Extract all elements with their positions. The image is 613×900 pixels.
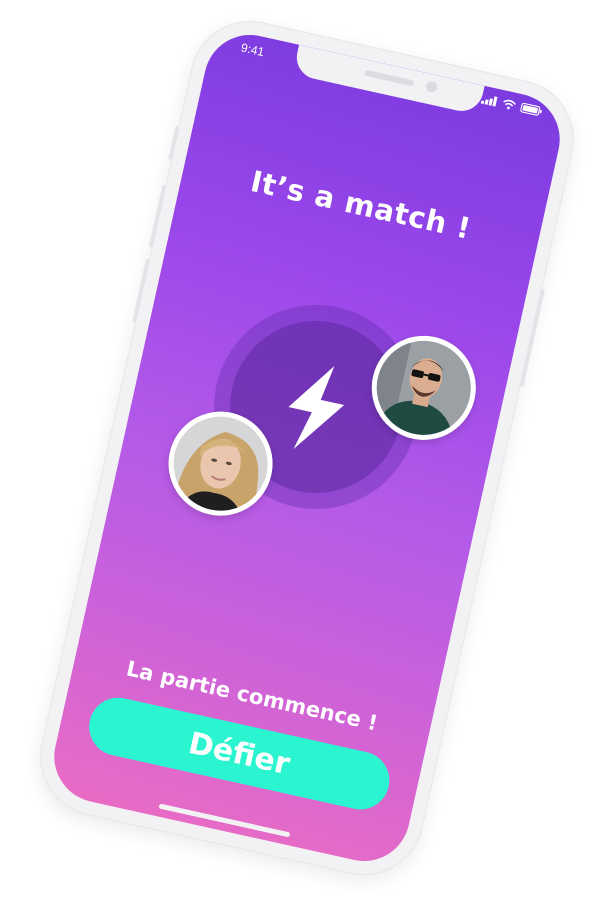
phone-mockup: 9:41 It’s a match ! La partie commence !… xyxy=(28,9,586,887)
mockup-stage: 9:41 It’s a match ! La partie commence !… xyxy=(0,0,613,900)
app-screen: 9:41 It’s a match ! La partie commence !… xyxy=(45,26,569,870)
front-camera xyxy=(425,80,439,94)
match-visual xyxy=(112,258,517,571)
wifi-icon xyxy=(503,99,516,110)
signal-icon xyxy=(480,96,498,107)
lightning-bolt-icon xyxy=(288,365,345,450)
battery-icon xyxy=(520,102,542,116)
status-icons xyxy=(480,94,544,117)
speaker-grille xyxy=(363,69,415,87)
match-title: It’s a match ! xyxy=(247,164,475,246)
status-time: 9:41 xyxy=(239,40,266,60)
